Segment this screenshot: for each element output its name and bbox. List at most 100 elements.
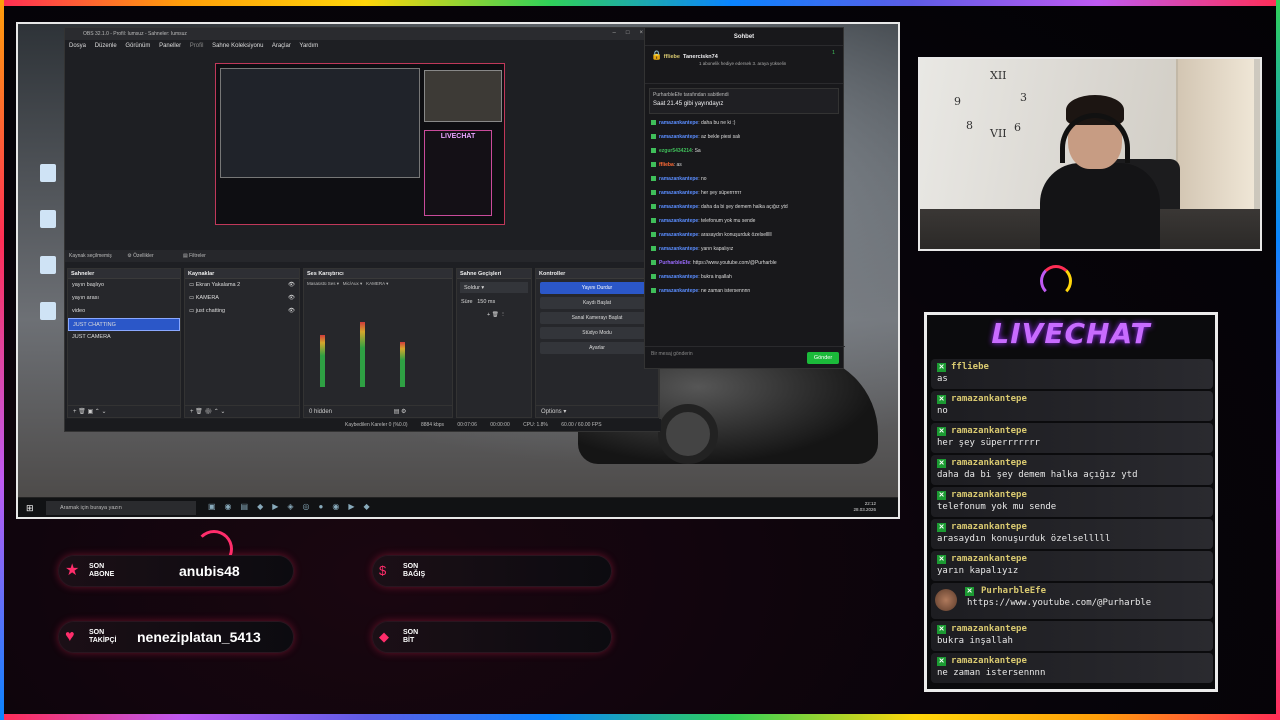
alert-label: SON BAĞIŞ <box>403 563 426 578</box>
source-item[interactable]: ▭ KAMERA 👁 <box>185 292 299 305</box>
menu-item[interactable]: Yardım <box>299 43 318 49</box>
livechat-username: ramazankantepe <box>951 394 1027 404</box>
source-label: KAMERA <box>195 295 219 301</box>
diamond-icon: ◆ <box>379 629 389 644</box>
wallpaper-wheel <box>658 404 718 464</box>
properties-button[interactable]: ⚙ Özellikler <box>127 253 167 259</box>
desktop-icon[interactable] <box>28 256 68 296</box>
mixer-title: Ses Karıştırıcı <box>304 269 452 279</box>
stream-time: 00:07:06 <box>457 422 477 428</box>
livechat-message: ✕ PurharbleEfe https://www.youtube.com/@Pu… <box>931 583 1213 619</box>
clock-date: 28.03.2026 <box>853 507 876 512</box>
livechat-message: ✕ ramazankantepe her şey süperrrrrrr <box>931 423 1213 453</box>
taskbar-app-icons[interactable]: ▣◉▤◆▶◈◎●◉▶◆ <box>208 502 379 511</box>
chat-username[interactable]: ramazankantepe <box>659 176 698 182</box>
windows-start-icon[interactable]: ⊞ <box>26 503 36 513</box>
chat-username[interactable]: ramazankantepe <box>659 204 698 210</box>
chat-username[interactable]: ramazankantepe <box>659 246 698 252</box>
wall-clock: XII 9 8 VII 6 3 <box>954 69 1027 140</box>
sources-footer[interactable]: + 🗑 ⚙ ⌃ ⌄ <box>185 405 299 417</box>
desktop-icons <box>28 164 68 348</box>
stop-stream-button[interactable]: Yayını Durdur <box>540 282 654 294</box>
chat-username[interactable]: fflieba <box>659 162 674 168</box>
chat-input[interactable]: Bir mesaj gönderin Gönder <box>645 346 845 368</box>
filters-label: Filtreler <box>189 253 206 259</box>
cpu-usage: CPU: 1.8% <box>523 422 548 428</box>
menu-item[interactable]: Görünüm <box>125 43 150 49</box>
scene-item[interactable]: yayın başlıyo <box>68 279 180 292</box>
chat-username[interactable]: ramazankantepe <box>659 120 698 126</box>
studio-mode-button[interactable]: Stüdyo Modu <box>540 327 654 339</box>
livechat-title: LIVECHAT <box>991 317 1151 350</box>
scene-item[interactable]: video <box>68 305 180 318</box>
chat-text: daha bu ne ki :) <box>700 120 736 126</box>
menu-item[interactable]: Profil <box>190 43 204 49</box>
send-button[interactable]: Gönder <box>807 352 839 364</box>
transition-select[interactable]: Soldur ▾ <box>460 282 528 293</box>
alert-label: SON ABONE <box>89 563 115 578</box>
desktop-icon[interactable] <box>28 210 68 250</box>
dropped-frames: Kaybedilen Kareler 0 (%0.0) <box>345 422 408 428</box>
start-recording-button[interactable]: Kaydı Başlat <box>540 297 654 309</box>
badge-icon: ✕ <box>937 523 946 532</box>
scene-item[interactable]: yayın arası <box>68 292 180 305</box>
chat-username[interactable]: ramazankantepe <box>659 274 698 280</box>
chat-username[interactable]: ramazankantepe <box>659 218 698 224</box>
menu-item[interactable]: Sahne Koleksiyonu <box>212 43 263 49</box>
chat-title: Sohbet <box>645 28 843 46</box>
chat-username[interactable]: ramazankantepe <box>659 232 698 238</box>
preview-livechat: LIVECHAT <box>424 130 492 216</box>
pinned-text: Saat 21.45 gibi yayındayız <box>653 101 724 107</box>
menu-item[interactable]: Dosya <box>69 43 86 49</box>
chat-username[interactable]: ramazankantepe <box>659 134 698 140</box>
options-button[interactable]: Options ▾ <box>536 405 658 417</box>
livechat-text: no <box>937 406 948 416</box>
taskbar-search[interactable]: Aramak için buraya yazın <box>46 501 196 515</box>
chat-username[interactable]: PurharbleEfe <box>659 260 690 266</box>
scenes-footer[interactable]: + 🗑 ▣ ⌃ ⌄ <box>68 405 180 417</box>
filters-button[interactable]: ▤ Filtreler <box>183 253 220 259</box>
desktop-icon[interactable] <box>28 164 68 204</box>
menu-item[interactable]: Araçlar <box>272 43 291 49</box>
menu-item[interactable]: Paneller <box>159 43 181 49</box>
properties-label: Özellikler <box>133 253 154 259</box>
livechat-panel: LIVECHAT ✕ ffliebe as ✕ ramazankantepe no ✕ ram… <box>924 312 1218 692</box>
chat-message: ramazankantepe: ne zaman istersennnn <box>651 288 837 302</box>
badge-icon: ✕ <box>937 625 946 634</box>
chat-username[interactable]: ramazankantepe <box>659 288 698 294</box>
alert-label: SON TAKİPÇİ <box>89 629 117 644</box>
eye-icon[interactable]: 👁 <box>288 282 295 288</box>
chat-text: yarın kapalıyız <box>700 246 734 252</box>
menu-item[interactable]: Düzenle <box>95 43 117 49</box>
mixer-channel: Masaüstü Ses <box>307 281 336 286</box>
chat-message: ramazankantepe: yarın kapalıyız <box>651 246 837 260</box>
eye-icon[interactable]: 👁 <box>288 308 295 314</box>
chat-username[interactable]: ramazankantepe <box>659 190 698 196</box>
source-item[interactable]: ▭ Ekran Yakalama 2 👁 <box>185 279 299 292</box>
start-virtual-camera-button[interactable]: Sanal Kamerayı Başlat <box>540 312 654 324</box>
sources-title: Kaynaklar <box>185 269 299 279</box>
scene-item-selected[interactable]: JUST CHATTING <box>68 318 180 331</box>
scene-item[interactable]: JUST CAMERA <box>68 331 180 344</box>
streamer-body <box>1040 163 1160 249</box>
pinned-message[interactable]: PurharbleEfe tarafından sabitlendi Saat … <box>649 88 839 114</box>
transition-duration[interactable]: Süre 150 ms <box>457 296 531 309</box>
bitrate: 8884 kbps <box>420 422 445 428</box>
chat-message: ezgur5434214: Sa <box>651 148 837 162</box>
hidden-count: 0 hidden <box>309 409 333 415</box>
chat-username[interactable]: ezgur5434214 <box>659 148 692 154</box>
taskbar-clock[interactable]: 22:12 28.03.2026 <box>853 501 876 513</box>
source-item[interactable]: ▭ just chatting 👁 <box>185 305 299 318</box>
chat-message: ramazankantepe: no <box>651 176 837 190</box>
obs-preview[interactable]: LIVECHAT <box>215 63 505 225</box>
transition-buttons[interactable]: + 🗑 ⋮ <box>457 309 531 322</box>
settings-button[interactable]: Ayarlar <box>540 342 654 354</box>
desktop-icon[interactable] <box>28 302 68 342</box>
mixer-menu-icon[interactable]: ▤ ⚙ <box>394 409 407 415</box>
preview-screen-capture <box>220 68 420 178</box>
livechat-message: ✕ ramazankantepe daha da bi şey demem halk… <box>931 455 1213 485</box>
eye-icon[interactable]: 👁 <box>288 295 295 301</box>
chat-message: PurharbleEfe: https://www.youtube.com/@P… <box>651 260 837 274</box>
livechat-username: ramazankantepe <box>951 490 1027 500</box>
badge-icon <box>651 190 656 196</box>
